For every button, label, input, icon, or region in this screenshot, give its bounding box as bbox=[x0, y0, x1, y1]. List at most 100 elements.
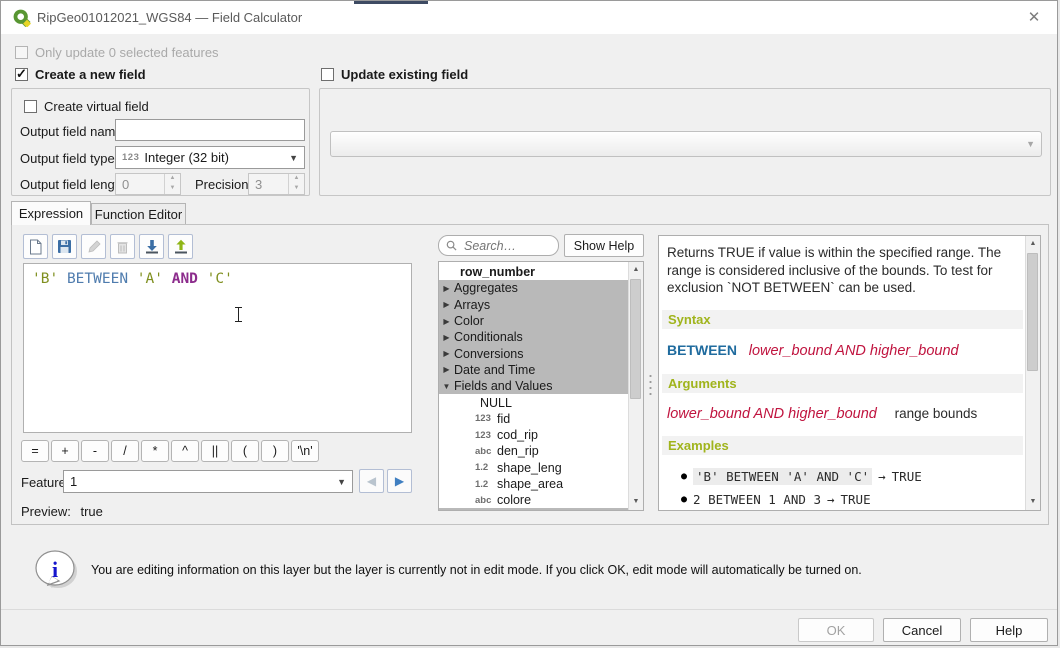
integer-type-icon: 123 bbox=[122, 152, 139, 163]
precision-label: Precision bbox=[195, 177, 248, 192]
scroll-up-icon[interactable]: ▲ bbox=[1026, 236, 1040, 252]
operator-button[interactable]: ( bbox=[231, 440, 259, 462]
syntax-line: BETWEEN lower_bound AND higher_bound bbox=[667, 342, 959, 359]
example-result: TRUE bbox=[841, 492, 871, 507]
import-arrow-down-icon bbox=[145, 239, 159, 254]
checkbox-icon bbox=[15, 46, 28, 59]
expression-token: 'A' bbox=[137, 271, 163, 287]
tree-item-conditionals[interactable]: ▶Conditionals bbox=[439, 329, 630, 345]
operator-button[interactable]: ^ bbox=[171, 440, 199, 462]
output-field-name-input[interactable] bbox=[115, 119, 305, 141]
tab-expression[interactable]: Expression bbox=[11, 201, 91, 225]
tree-item-aggregates[interactable]: ▶Aggregates bbox=[439, 280, 630, 296]
chevron-expanded-icon[interactable]: ▼ bbox=[439, 382, 454, 391]
tree-item-shape-area[interactable]: 1.2shape_area bbox=[439, 476, 630, 492]
field-type-1.2-icon: 1.2 bbox=[475, 462, 497, 473]
expression-editor[interactable]: 'B' BETWEEN 'A' AND 'C' bbox=[23, 263, 412, 433]
help-scrollbar[interactable]: ▲ ▼ bbox=[1025, 236, 1040, 510]
operator-buttons: =+-/*^||()'\n' bbox=[21, 440, 319, 462]
operator-button[interactable]: - bbox=[81, 440, 109, 462]
tab-function-editor[interactable]: Function Editor bbox=[91, 203, 186, 225]
scrollbar-thumb[interactable] bbox=[630, 279, 641, 399]
create-virtual-field-checkbox[interactable]: Create virtual field bbox=[24, 99, 149, 114]
tree-item-fid[interactable]: 123fid bbox=[439, 411, 630, 427]
next-feature-button[interactable]: ▶ bbox=[387, 469, 412, 493]
feature-select[interactable]: 1 ▼ bbox=[63, 470, 353, 493]
tree-item-files-and-paths[interactable]: ▶Files and Paths bbox=[439, 508, 630, 511]
chevron-collapsed-icon[interactable]: ▶ bbox=[439, 317, 454, 326]
function-search[interactable] bbox=[438, 235, 559, 256]
help-button[interactable]: Help bbox=[970, 618, 1048, 642]
tree-item-row-number[interactable]: row_number bbox=[439, 264, 630, 280]
footer-separator bbox=[1, 609, 1058, 610]
chevron-collapsed-icon[interactable]: ▶ bbox=[439, 333, 454, 342]
field-type-1.2-icon: 1.2 bbox=[475, 479, 497, 490]
ok-button: OK bbox=[798, 618, 874, 642]
operator-button[interactable]: * bbox=[141, 440, 169, 462]
delete-expression-button bbox=[110, 234, 135, 259]
import-expression-button[interactable] bbox=[139, 234, 164, 259]
export-expression-button[interactable] bbox=[168, 234, 193, 259]
show-help-button[interactable]: Show Help bbox=[564, 234, 644, 257]
close-icon[interactable]: ✕ bbox=[1023, 8, 1045, 28]
operator-button[interactable]: '\n' bbox=[291, 440, 319, 462]
tree-item-color[interactable]: ▶Color bbox=[439, 313, 630, 329]
field-type-abc-icon: abc bbox=[475, 495, 497, 506]
field-type-abc-icon: abc bbox=[475, 446, 497, 457]
chevron-collapsed-icon[interactable]: ▶ bbox=[439, 365, 454, 374]
checkbox-icon[interactable] bbox=[24, 100, 37, 113]
panel-splitter-handle[interactable] bbox=[649, 373, 652, 399]
bullet-icon: ● bbox=[681, 494, 687, 505]
example-code: 2 BETWEEN 1 AND 3 bbox=[693, 492, 821, 507]
example-code: 'B' BETWEEN 'A' AND 'C' bbox=[693, 468, 872, 485]
operator-button[interactable]: + bbox=[51, 440, 79, 462]
output-field-type-select[interactable]: 123 Integer (32 bit) ▼ bbox=[115, 146, 305, 169]
tree-item-null[interactable]: NULL bbox=[439, 394, 630, 410]
tree-item-colore[interactable]: abccolore bbox=[439, 492, 630, 508]
tree-item-shape-leng[interactable]: 1.2shape_leng bbox=[439, 460, 630, 476]
tree-item-conversions[interactable]: ▶Conversions bbox=[439, 345, 630, 361]
scroll-up-icon[interactable]: ▲ bbox=[629, 262, 643, 278]
chevron-collapsed-icon[interactable]: ▶ bbox=[439, 300, 454, 309]
expression-toolbar bbox=[23, 234, 197, 259]
new-file-icon bbox=[28, 239, 43, 255]
cancel-button[interactable]: Cancel bbox=[883, 618, 961, 642]
new-expression-button[interactable] bbox=[23, 234, 48, 259]
operator-button[interactable]: = bbox=[21, 440, 49, 462]
example-row: ● 2 BETWEEN 1 AND 3 → TRUE bbox=[681, 492, 922, 507]
scrollbar-thumb[interactable] bbox=[1027, 253, 1038, 371]
tree-item-den-rip[interactable]: abcden_rip bbox=[439, 443, 630, 459]
operator-button[interactable]: ) bbox=[261, 440, 289, 462]
preview-value: true bbox=[80, 504, 102, 519]
operator-button[interactable]: || bbox=[201, 440, 229, 462]
search-input[interactable] bbox=[462, 238, 547, 254]
only-update-checkbox: Only update 0 selected features bbox=[15, 45, 219, 60]
scroll-down-icon[interactable]: ▼ bbox=[1026, 494, 1040, 510]
help-description: Returns TRUE if value is within the spec… bbox=[667, 244, 1019, 297]
tree-item-fields-and-values[interactable]: ▼Fields and Values bbox=[439, 378, 630, 394]
create-new-field-checkbox[interactable]: Create a new field bbox=[15, 67, 146, 82]
function-tree: row_number▶Aggregates▶Arrays▶Color▶Condi… bbox=[438, 261, 644, 511]
tree-item-arrays[interactable]: ▶Arrays bbox=[439, 297, 630, 313]
save-expression-button[interactable] bbox=[52, 234, 77, 259]
scroll-down-icon[interactable]: ▼ bbox=[629, 494, 643, 510]
edit-mode-warning: You are editing information on this laye… bbox=[91, 563, 862, 577]
chevron-collapsed-icon[interactable]: ▶ bbox=[439, 284, 454, 293]
chevron-down-icon: ▼ bbox=[337, 477, 346, 487]
tree-item-date-and-time[interactable]: ▶Date and Time bbox=[439, 362, 630, 378]
function-tree-scrollbar[interactable]: ▲ ▼ bbox=[628, 262, 643, 510]
arrow-right-glyph: → bbox=[827, 492, 835, 507]
operator-button[interactable]: / bbox=[111, 440, 139, 462]
checkbox-checked-icon[interactable] bbox=[15, 68, 28, 81]
tree-item-cod-rip[interactable]: 123cod_rip bbox=[439, 427, 630, 443]
spinner-arrows-icon: ▲▼ bbox=[164, 174, 180, 194]
existing-field-groupbox: ▼ bbox=[319, 88, 1051, 196]
expression-token bbox=[163, 271, 172, 287]
save-icon bbox=[57, 239, 72, 254]
bullet-icon: ● bbox=[681, 471, 687, 482]
chevron-collapsed-icon[interactable]: ▶ bbox=[439, 349, 454, 358]
checkbox-icon[interactable] bbox=[321, 68, 334, 81]
svg-text:i: i bbox=[52, 557, 58, 582]
example-row: ●'B' BETWEEN 'A' AND 'C'→TRUE bbox=[681, 468, 922, 485]
update-existing-field-checkbox[interactable]: Update existing field bbox=[321, 67, 468, 82]
